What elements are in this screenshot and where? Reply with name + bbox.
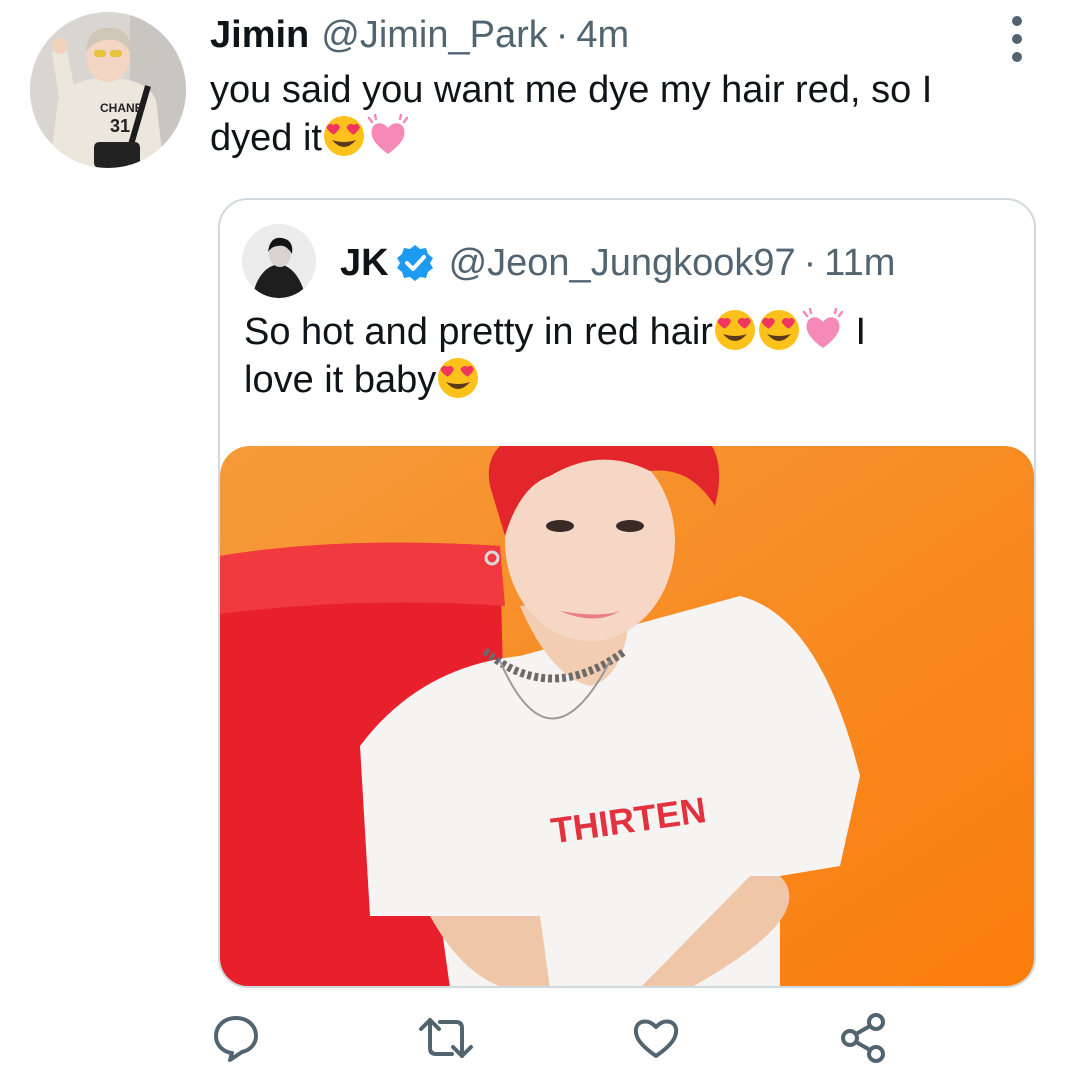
verified-badge-icon bbox=[396, 245, 433, 281]
quoted-text-part1: So hot and pretty in red hair bbox=[244, 311, 713, 353]
retweet-icon[interactable] bbox=[418, 1012, 473, 1064]
author-handle[interactable]: @Jimin_Park bbox=[321, 14, 548, 57]
tweet-text-line1: you said you want me dye my hair red, so… bbox=[210, 69, 933, 111]
tweet-timestamp[interactable]: 4m bbox=[576, 14, 629, 57]
avatar-print-number: 31 bbox=[110, 116, 130, 136]
beating-heart-emoji-icon bbox=[802, 308, 844, 348]
more-options-icon[interactable] bbox=[1002, 16, 1032, 62]
share-icon[interactable] bbox=[838, 1012, 890, 1064]
heart-eyes-emoji-icon bbox=[758, 310, 799, 350]
heart-eyes-emoji-icon bbox=[714, 310, 755, 350]
quoted-header-separator: · bbox=[803, 241, 817, 284]
tweet-action-bar bbox=[0, 1012, 1080, 1072]
tweet-header: Jimin @Jimin_Park · 4m bbox=[210, 14, 629, 66]
quoted-author-handle[interactable]: @Jeon_Jungkook97 bbox=[449, 242, 796, 285]
quoted-text-line2: love it baby bbox=[244, 359, 437, 401]
tweet-text: you said you want me dye my hair red, so… bbox=[210, 66, 1010, 162]
quoted-tweet-text: So hot and pretty in red hair I love it … bbox=[244, 308, 1024, 404]
reply-icon[interactable] bbox=[210, 1012, 262, 1064]
quoted-tweet-header: JK @Jeon_Jungkook97 · 11m bbox=[340, 238, 895, 288]
heart-eyes-emoji-icon bbox=[438, 358, 479, 398]
heart-icon[interactable] bbox=[630, 1012, 682, 1064]
header-separator: · bbox=[555, 14, 569, 56]
tweet[interactable]: CHANE 31 Jimin @Jimin_Park · 4m you said… bbox=[0, 0, 1080, 1075]
avatar-print-text: CHANE bbox=[100, 101, 143, 115]
quoted-tweet-timestamp[interactable]: 11m bbox=[824, 242, 895, 285]
author-name[interactable]: Jimin bbox=[210, 14, 309, 57]
quoted-tweet-card[interactable]: JK @Jeon_Jungkook97 · 11m So hot and pre… bbox=[218, 198, 1036, 988]
quoted-tweet-photo[interactable]: THIRTEN bbox=[220, 446, 1034, 986]
tweet-text-line2: dyed it bbox=[210, 117, 322, 159]
beating-heart-emoji-icon bbox=[367, 114, 409, 154]
author-avatar[interactable]: CHANE 31 bbox=[30, 12, 186, 168]
heart-eyes-emoji-icon bbox=[323, 116, 364, 156]
quoted-author-avatar[interactable] bbox=[242, 224, 316, 298]
quoted-author-name[interactable]: JK bbox=[340, 242, 389, 285]
quoted-text-part2: I bbox=[844, 311, 867, 353]
